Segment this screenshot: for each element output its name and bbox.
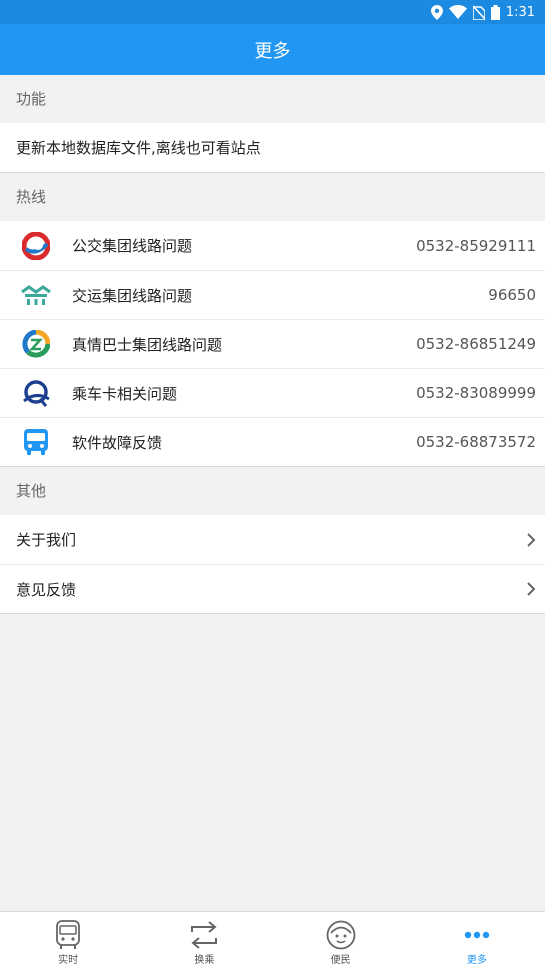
hotline-label: 软件故障反馈 <box>72 433 163 452</box>
hotline-label: 公交集团线路问题 <box>72 237 193 255</box>
hotline-group: 公交集团线路问题 0532-85929111 交运集团线路问题 96650 真情… <box>0 221 545 467</box>
features-group: 更新本地数据库文件,离线也可看站点 <box>0 123 545 173</box>
transfer-icon <box>190 919 218 951</box>
tab-more[interactable]: 更多 <box>409 912 545 970</box>
more-dots-icon <box>464 919 490 951</box>
hotline-label: 乘车卡相关问题 <box>72 384 178 403</box>
clock: 1:31 <box>505 4 535 20</box>
no-sim-icon <box>472 4 485 20</box>
location-icon <box>430 4 443 20</box>
tab-realtime[interactable]: 实时 <box>0 912 136 970</box>
wifi-icon <box>448 5 467 19</box>
hotline-item-zhenqing-bus[interactable]: 真情巴士集团线路问题 0532-86851249 <box>0 319 545 368</box>
section-header-hotline: 热线 <box>0 173 545 221</box>
tab-label: 实时 <box>58 955 79 966</box>
page-title: 更多 <box>254 40 291 62</box>
feedback-item[interactable]: 意见反馈 <box>0 564 545 613</box>
face-icon <box>326 919 356 951</box>
hotline-label: 真情巴士集团线路问题 <box>72 335 223 354</box>
about-us-label: 关于我们 <box>16 531 77 549</box>
hotline-item-bus-card[interactable]: 乘车卡相关问题 0532-83089999 <box>0 368 545 417</box>
chevron-right-icon <box>527 582 536 596</box>
hotline-label: 交运集团线路问题 <box>72 286 193 305</box>
hotline-item-transport-group[interactable]: 交运集团线路问题 96650 <box>0 270 545 319</box>
main-content: 功能 更新本地数据库文件,离线也可看站点 热线 公交集团线路问题 0532-85… <box>0 75 545 614</box>
about-us-item[interactable]: 关于我们 <box>0 515 545 564</box>
section-header-other: 其他 <box>0 467 545 515</box>
bus-icon <box>56 919 81 951</box>
bottom-tab-bar: 实时 换乘 便民 更多 <box>0 911 545 970</box>
zhenqing-bus-logo-icon <box>21 329 51 359</box>
app-bus-icon <box>21 427 51 457</box>
hotline-item-bus-group[interactable]: 公交集团线路问题 0532-85929111 <box>0 221 545 270</box>
status-bar: 1:31 <box>0 0 545 24</box>
tab-label: 换乘 <box>194 955 215 966</box>
other-group: 关于我们 意见反馈 <box>0 515 545 614</box>
feedback-label: 意见反馈 <box>16 580 77 599</box>
tab-convenience[interactable]: 便民 <box>273 912 409 970</box>
hotline-phone: 0532-68873572 <box>416 433 536 451</box>
hotline-item-app-feedback[interactable]: 软件故障反馈 0532-68873572 <box>0 417 545 466</box>
tab-transfer[interactable]: 换乘 <box>136 912 272 970</box>
update-database-label: 更新本地数据库文件,离线也可看站点 <box>16 139 261 157</box>
tab-label: 便民 <box>330 955 351 966</box>
app-bar: 更多 <box>0 24 545 75</box>
hotline-phone: 0532-85929111 <box>416 236 536 255</box>
chevron-right-icon <box>527 532 536 547</box>
transport-group-logo-icon <box>21 280 51 310</box>
section-header-features: 功能 <box>0 75 545 123</box>
update-database-item[interactable]: 更新本地数据库文件,离线也可看站点 <box>0 123 545 172</box>
tab-label: 更多 <box>466 955 487 966</box>
battery-icon <box>490 4 500 20</box>
hotline-phone: 0532-83089999 <box>416 384 536 402</box>
bus-card-logo-icon <box>21 378 51 408</box>
bus-group-logo-icon <box>21 231 51 261</box>
hotline-phone: 96650 <box>488 286 536 304</box>
hotline-phone: 0532-86851249 <box>416 335 536 353</box>
